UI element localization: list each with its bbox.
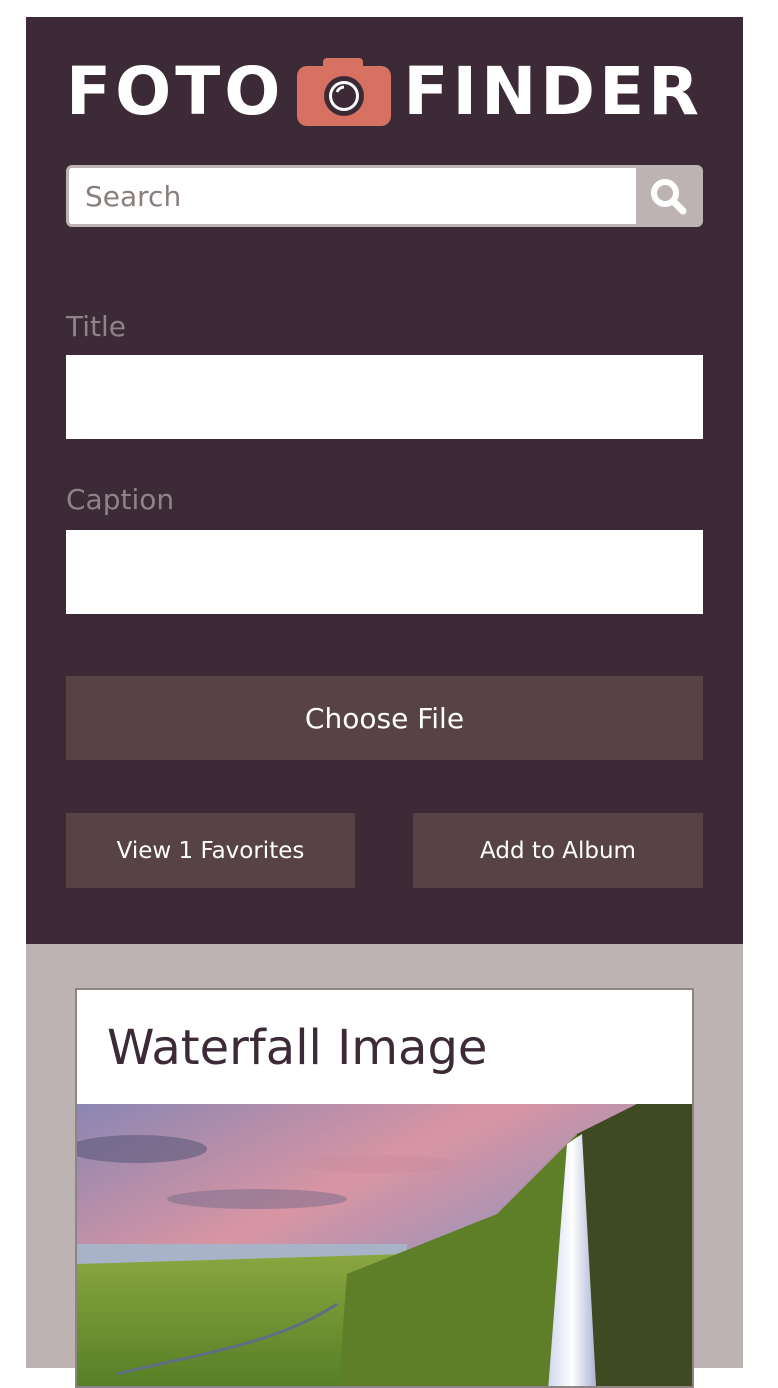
view-favorites-label: View 1 Favorites (116, 837, 305, 864)
header-panel: FOTO FINDER Ti (26, 17, 743, 944)
search-input[interactable] (69, 168, 639, 224)
caption-label: Caption (66, 483, 175, 516)
add-to-album-label: Add to Album (480, 837, 636, 864)
card-title: Waterfall Image (107, 1020, 488, 1076)
view-favorites-button[interactable]: View 1 Favorites (66, 813, 355, 888)
choose-file-label: Choose File (304, 701, 465, 735)
app-container: FOTO FINDER Ti (26, 17, 743, 1388)
waterfall-image (77, 1104, 692, 1386)
logo-text-finder: FINDER (403, 53, 703, 130)
search-button[interactable] (636, 168, 700, 224)
title-label: Title (66, 310, 127, 343)
add-to-album-button[interactable]: Add to Album (413, 813, 703, 888)
photo-card[interactable]: Waterfall Image (75, 988, 694, 1388)
camera-icon (296, 58, 391, 126)
logo-text-foto: FOTO (66, 53, 285, 130)
choose-file-button[interactable]: Choose File (66, 676, 703, 760)
search-icon (651, 179, 687, 215)
search-bar (66, 165, 703, 227)
logo: FOTO FINDER (66, 47, 703, 137)
title-input[interactable] (66, 355, 703, 439)
caption-input[interactable] (66, 530, 703, 614)
